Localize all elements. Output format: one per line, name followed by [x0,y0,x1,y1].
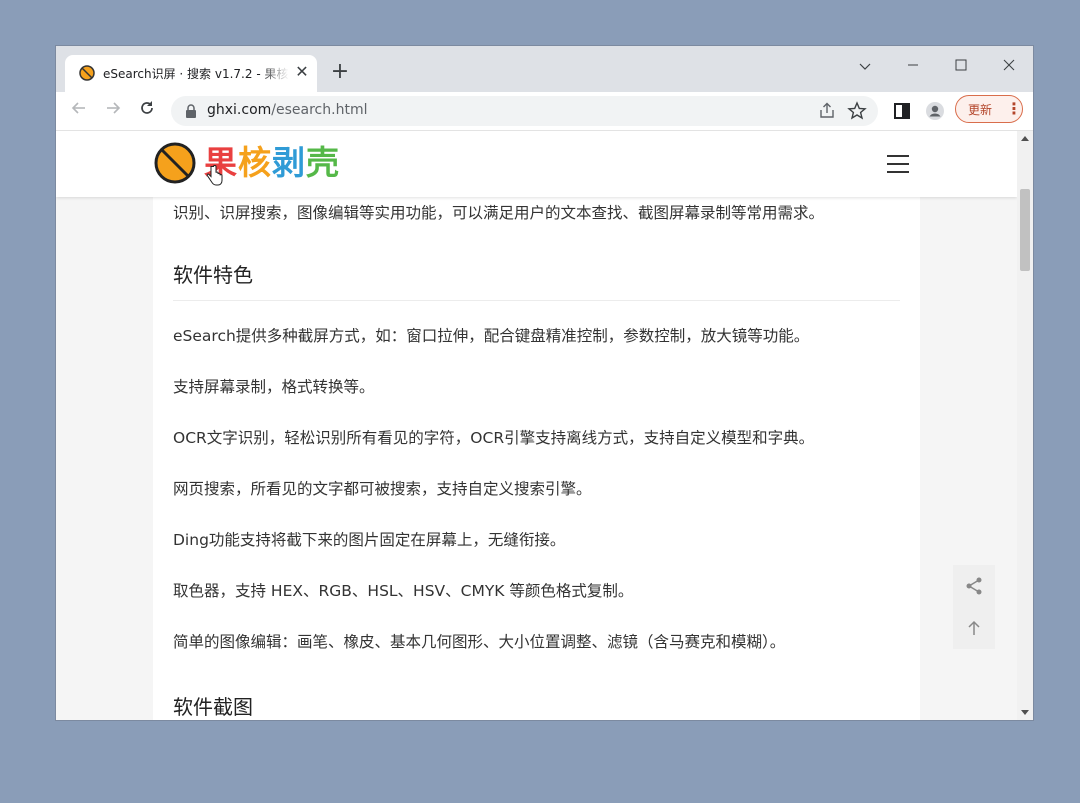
minimize-icon [908,64,918,66]
sidebar-icon[interactable] [892,101,912,121]
feature-item: OCR文字识别，轻松识别所有看见的字符，OCR引擎支持离线方式，支持自定义模型和… [173,429,815,447]
heading-divider [173,300,900,301]
feature-item: 简单的图像编辑：画笔、橡皮、基本几何图形、大小位置调整、滤镜（含马赛克和模糊）。 [173,633,786,651]
page-viewport: 果核剥壳 识别、识屏搜索，图像编辑等实用功能，可以满足用户的文本查找、截图屏幕录… [56,131,1017,720]
profile-icon[interactable] [925,101,945,121]
url-host: ghxi.com [207,102,272,118]
close-icon[interactable]: ✕ [293,63,311,81]
reload-icon [141,101,153,114]
forward-button[interactable] [101,99,125,123]
close-window-button[interactable] [986,52,1032,82]
feature-item: 网页搜索，所看见的文字都可被搜索，支持自定义搜索引擎。 [173,480,592,498]
forward-arrow-icon [107,102,121,114]
arrow-up-icon [968,620,980,635]
back-arrow-icon [71,102,85,114]
browser-toolbar: ghxi.com/esearch.html 更新 ⋮ [56,92,1033,131]
tab-title: eSearch识屏 · 搜索 v1.7.2 - 果核剥壳 [103,67,289,81]
feature-item: 支持屏幕录制，格式转换等。 [173,378,375,396]
url-text: ghxi.com/esearch.html [207,102,367,118]
section-heading-features: 软件特色 [173,263,253,287]
chevron-down-icon [859,63,871,70]
pointer-cursor-icon [206,165,223,186]
new-tab-button[interactable]: + [329,61,351,84]
scroll-up-icon[interactable] [1021,135,1029,143]
page-scrollbar[interactable] [1017,131,1033,720]
address-bar[interactable]: ghxi.com/esearch.html [171,96,878,126]
tab-search-button[interactable] [842,52,888,82]
section-heading-screenshots: 软件截图 [173,695,253,719]
back-to-top-button[interactable] [953,607,995,649]
star-icon[interactable] [847,101,867,121]
feature-item: Ding功能支持将截下来的图片固定在屏幕上，无缝衔接。 [173,531,566,549]
feature-item: eSearch提供多种截屏方式，如：窗口拉伸，配合键盘精准控制，参数控制，放大镜… [173,327,810,345]
update-button[interactable]: 更新 ⋮ [955,95,1023,123]
minimize-button[interactable] [890,52,936,82]
maximize-icon [955,59,967,71]
share-icon[interactable] [817,101,837,121]
scrollbar-thumb[interactable] [1020,189,1030,271]
hamburger-icon[interactable] [887,155,909,173]
reload-button[interactable] [135,99,159,123]
share-button[interactable] [953,565,995,607]
tab-strip: eSearch识屏 · 搜索 v1.7.2 - 果核剥壳 ✕ + [56,46,1033,92]
browser-window: eSearch识屏 · 搜索 v1.7.2 - 果核剥壳 ✕ + ghx [56,46,1033,720]
feature-item: 取色器，支持 HEX、RGB、HSL、HSV、CMYK 等颜色格式复制。 [173,582,634,600]
intro-paragraph: 识别、识屏搜索，图像编辑等实用功能，可以满足用户的文本查找、截图屏幕录制等常用需… [173,204,825,222]
url-path: /esearch.html [271,102,368,118]
share-nodes-icon [966,577,982,595]
logo-char: 壳 [306,143,340,182]
logo-icon[interactable] [153,141,197,185]
logo-char: 核 [238,143,272,182]
favicon-icon [79,65,95,81]
close-window-icon [1003,59,1015,71]
menu-dots-icon[interactable]: ⋮ [1006,99,1022,118]
scroll-down-icon[interactable] [1021,708,1029,716]
site-logo-text[interactable]: 果核剥壳 [204,142,340,184]
lock-icon [186,104,196,118]
maximize-button[interactable] [938,52,984,82]
site-header: 果核剥壳 [56,131,1017,197]
logo-char: 剥 [272,143,306,182]
active-tab[interactable]: eSearch识屏 · 搜索 v1.7.2 - 果核剥壳 ✕ [65,55,317,92]
back-button[interactable] [67,99,91,123]
update-label: 更新 [968,103,993,117]
